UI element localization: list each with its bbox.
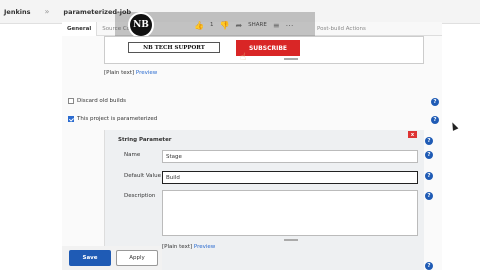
description-resize-handle[interactable] <box>284 58 298 60</box>
help-icon[interactable]: ? <box>425 172 433 180</box>
help-icon[interactable]: ? <box>425 151 433 159</box>
default-value-label: Default Value <box>124 173 161 179</box>
parameter-description-textarea[interactable] <box>162 190 418 236</box>
share-label[interactable]: SHARE <box>248 22 267 28</box>
help-icon[interactable]: ? <box>431 98 439 106</box>
help-icon[interactable]: ? <box>425 192 433 200</box>
thumbs-down-icon[interactable]: 👎 <box>219 21 229 30</box>
like-count: 1 <box>209 22 214 28</box>
delete-parameter-button[interactable]: x <box>408 131 417 138</box>
save-button[interactable]: Save <box>69 250 111 266</box>
parameter-description-resize-handle[interactable] <box>284 239 298 241</box>
description-format: [Plain text] Preview <box>104 70 157 76</box>
pointing-hand-icon: ☝ <box>240 52 247 63</box>
video-actions: 👍 1 👎 ➦ SHARE ≡ ⋯ <box>194 18 294 32</box>
channel-logo[interactable]: NB <box>128 12 154 38</box>
playlist-add-icon[interactable]: ≡ <box>273 21 280 30</box>
description-preview-link[interactable]: Preview <box>136 70 157 76</box>
parameter-description-format: [Plain text] Preview <box>162 244 215 250</box>
share-icon[interactable]: ➦ <box>235 21 242 30</box>
tab-post-build-actions[interactable]: Post-build Actions <box>312 26 371 32</box>
default-value-input[interactable]: Build <box>162 171 418 184</box>
discard-old-builds-checkbox[interactable] <box>68 98 74 104</box>
tab-general[interactable]: General <box>62 21 98 36</box>
mouse-cursor-icon <box>449 121 459 131</box>
help-icon[interactable]: ? <box>431 116 439 124</box>
parameter-preview-link[interactable]: Preview <box>194 244 215 250</box>
name-label: Name <box>124 152 141 158</box>
plain-text-label: [Plain text] <box>162 244 193 250</box>
discard-old-builds-row: Discard old builds <box>68 98 126 104</box>
more-options-icon[interactable]: ⋯ <box>286 21 294 30</box>
parameterized-label[interactable]: This project is parameterized <box>77 116 157 122</box>
breadcrumb-jenkins[interactable]: Jenkins <box>4 8 31 16</box>
description-label: Description <box>124 193 156 199</box>
parameterized-checkbox[interactable] <box>68 116 74 122</box>
plain-text-label: [Plain text] <box>104 70 135 76</box>
help-icon[interactable]: ? <box>425 262 433 270</box>
help-icon[interactable]: ? <box>425 137 433 145</box>
discard-old-builds-label[interactable]: Discard old builds <box>77 98 126 104</box>
breadcrumb-separator: » <box>44 7 50 16</box>
thumbs-up-icon[interactable]: 👍 <box>194 21 204 30</box>
string-parameter-title: String Parameter <box>118 137 172 143</box>
apply-button[interactable]: Apply <box>116 250 158 266</box>
parameterized-row: This project is parameterized <box>68 116 157 122</box>
name-input[interactable]: Stage <box>162 150 418 163</box>
channel-banner: NB TECH SUPPORT <box>128 42 220 53</box>
